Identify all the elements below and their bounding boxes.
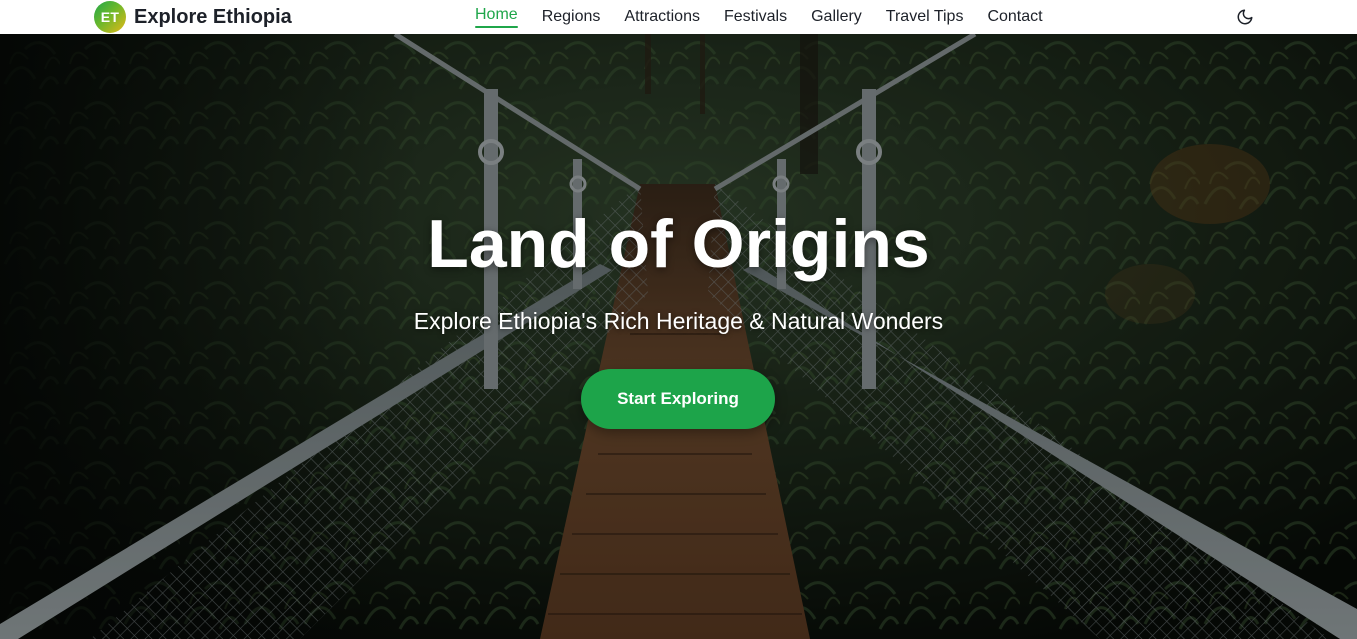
theme-toggle-button[interactable] xyxy=(1233,5,1257,29)
brand-name: Explore Ethiopia xyxy=(134,5,292,28)
brand-logo: ET xyxy=(94,1,126,33)
nav-link-travel-tips[interactable]: Travel Tips xyxy=(874,0,976,34)
nav-item-contact: Contact xyxy=(975,0,1054,34)
brand-logo-text: ET xyxy=(100,9,120,25)
nav-item-attractions: Attractions xyxy=(612,0,712,34)
brand-home-link[interactable]: ET Explore Ethiopia xyxy=(94,1,292,33)
nav-link-regions[interactable]: Regions xyxy=(530,0,613,34)
nav-link-attractions[interactable]: Attractions xyxy=(612,0,712,34)
main-nav: Home Regions Attractions Festivals Galle… xyxy=(463,0,1055,34)
nav-item-home: Home xyxy=(463,0,530,34)
moon-icon xyxy=(1237,9,1253,25)
nav-link-gallery[interactable]: Gallery xyxy=(799,0,874,34)
start-exploring-button[interactable]: Start Exploring xyxy=(581,369,775,429)
nav-item-regions: Regions xyxy=(530,0,613,34)
hero-title: Land of Origins xyxy=(427,206,930,282)
hero-content: Land of Origins Explore Ethiopia's Rich … xyxy=(0,34,1357,639)
hero-section: Land of Origins Explore Ethiopia's Rich … xyxy=(0,34,1357,639)
hero-subtitle: Explore Ethiopia's Rich Heritage & Natur… xyxy=(413,308,944,334)
nav-item-travel-tips: Travel Tips xyxy=(874,0,976,34)
navbar: ET Explore Ethiopia Home Regions Attract… xyxy=(0,0,1357,34)
nav-link-contact[interactable]: Contact xyxy=(975,0,1054,34)
nav-link-home[interactable]: Home xyxy=(463,0,530,32)
nav-item-gallery: Gallery xyxy=(799,0,874,34)
nav-item-festivals: Festivals xyxy=(712,0,799,34)
nav-link-festivals[interactable]: Festivals xyxy=(712,0,799,34)
